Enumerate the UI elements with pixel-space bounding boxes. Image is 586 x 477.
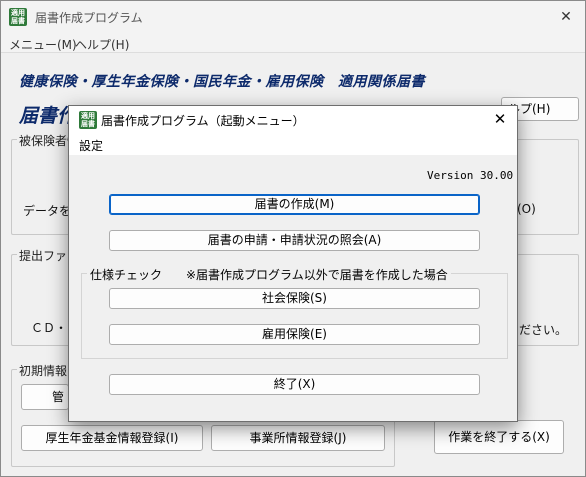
menu-item-help[interactable]: ヘルプ(H)	[75, 36, 129, 53]
insured-open-button-label[interactable]: (O)	[517, 202, 536, 216]
submission-group-text-right: ださい。	[519, 323, 568, 337]
initial-info-group-legend: 初期情報	[17, 362, 70, 379]
initial-info-button-partial[interactable]: 管	[21, 384, 69, 410]
main-window-title: 届書作成プログラム	[35, 11, 143, 25]
exit-work-button[interactable]: 作業を終了する(X)	[434, 420, 564, 454]
office-register-button[interactable]: 事業所情報登録(J)	[211, 425, 385, 451]
social-insurance-button[interactable]: 社会保険(S)	[109, 288, 480, 309]
pension-fund-register-button[interactable]: 厚生年金基金情報登録(I)	[21, 425, 203, 451]
dialog-close-icon[interactable]: ✕	[487, 108, 513, 130]
insured-group-text: データを	[23, 204, 72, 218]
main-heading: 健康保険・厚生年金保険・国民年金・雇用保険 適用関係届書	[19, 74, 425, 90]
spec-check-groupbox	[81, 273, 508, 359]
main-titlebar: 適用届書 届書作成プログラム ✕	[1, 1, 585, 33]
create-forms-button[interactable]: 届書の作成(M)	[109, 194, 480, 215]
main-menubar: メニュー(M) ヘルプ(H)	[1, 33, 585, 53]
dialog-menubar: 設定	[69, 133, 517, 155]
spec-check-legend: 仕様チェック ※届書作成プログラム以外で届書を作成した場合	[87, 266, 451, 283]
menu-item-settings[interactable]: 設定	[79, 137, 103, 154]
dialog-app-icon: 適用届書	[79, 111, 97, 129]
version-label: Version 30.00	[427, 169, 514, 182]
employment-insurance-button[interactable]: 雇用保険(E)	[109, 324, 480, 345]
submission-group-text: ＣＤ・	[31, 321, 68, 335]
insured-groupbox-right	[517, 139, 579, 235]
startup-menu-dialog: 適用届書 届書作成プログラム（起動メニュー） ✕ 設定 Version 30.0…	[68, 105, 518, 422]
app-logo-icon: 適用届書	[9, 8, 27, 26]
dialog-titlebar: 適用届書 届書作成プログラム（起動メニュー） ✕	[69, 106, 517, 133]
menu-item-menu[interactable]: メニュー(M)	[9, 36, 77, 53]
main-close-icon[interactable]: ✕	[551, 5, 581, 29]
dialog-title: 届書作成プログラム（起動メニュー）	[101, 114, 305, 128]
application-inquiry-button[interactable]: 届書の申請・申請状況の照会(A)	[109, 230, 480, 251]
exit-button[interactable]: 終了(X)	[109, 374, 480, 395]
